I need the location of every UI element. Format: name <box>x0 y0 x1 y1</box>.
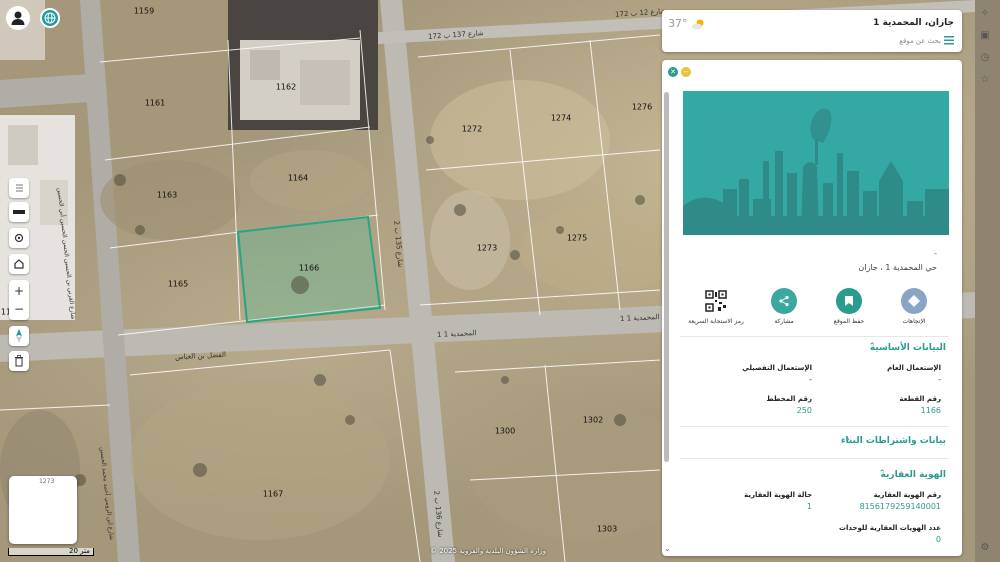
compass-button[interactable] <box>9 326 29 346</box>
parcel-label-1159[interactable]: 1159 <box>134 7 154 16</box>
building-section-title[interactable]: بيانات واشتراطات البناء <box>841 436 946 446</box>
parcel-label-1162[interactable]: 1162 <box>276 83 296 92</box>
parcel-label-1275[interactable]: 1275 <box>567 234 587 243</box>
share-icon <box>771 288 797 314</box>
parcel-label-1166[interactable]: 1166 <box>299 264 319 273</box>
directions-icon <box>901 288 927 314</box>
divider <box>680 426 948 427</box>
chevron-up-icon[interactable]: ⌃ <box>878 469 886 479</box>
search-location[interactable]: بحث عن موقع <box>899 36 954 45</box>
user-avatar-button[interactable] <box>6 6 30 30</box>
close-icon[interactable]: ✕ <box>668 67 678 77</box>
parcel-label-1164[interactable]: 1164 <box>288 174 308 183</box>
road-vertical-main <box>380 0 455 562</box>
settings-icon[interactable]: ⚙ <box>978 540 992 554</box>
parcel-label-1161[interactable]: 1161 <box>145 99 165 108</box>
re-units-value: 0 <box>935 535 941 544</box>
compass-icon <box>16 329 22 343</box>
basic-data-section-title[interactable]: البيانات الأساسية <box>870 343 946 353</box>
plot-number-label: رقم القطعة <box>899 395 941 403</box>
divider <box>680 336 948 337</box>
sun-cloud-icon <box>691 19 703 29</box>
language-button[interactable] <box>40 8 60 28</box>
real-estate-section-title[interactable]: الهوية العقارية <box>881 470 946 480</box>
re-id-label: رقم الهوية العقارية <box>873 491 941 499</box>
map-copyright: © 2025 وزارة الشؤون البلدية والقروية <box>430 547 546 555</box>
parcel-label-1273[interactable]: 1273 <box>477 244 497 253</box>
layers-list-button[interactable] <box>9 178 29 198</box>
minimize-icon[interactable]: − <box>681 67 691 77</box>
detailed-use-label: الإستعمال التفصيلي <box>742 364 812 372</box>
zoom-control: + − <box>9 280 29 320</box>
parcel-label-1163[interactable]: 1163 <box>157 191 177 200</box>
zoom-out-button[interactable]: − <box>14 303 24 315</box>
locate-button[interactable] <box>9 228 29 248</box>
divider <box>680 458 948 459</box>
re-status-value: 1 <box>806 502 812 511</box>
scroll-down-icon[interactable]: ⌄ <box>664 544 671 553</box>
parcel-label-1274[interactable]: 1274 <box>551 114 571 123</box>
hero-image <box>683 91 949 235</box>
save-icon[interactable]: ▣ <box>978 28 992 42</box>
plan-number-label: رقم المخطط <box>766 395 812 403</box>
location-header: 37° جازان، المحمدية 1 بحث عن موقع <box>662 10 962 52</box>
general-use-value: - <box>938 375 941 384</box>
history-icon[interactable]: ◷ <box>978 50 992 64</box>
qr-code-icon <box>703 288 729 314</box>
bookmark-icon <box>836 288 862 314</box>
share-button[interactable]: مشاركة <box>756 288 812 325</box>
skyline-illustration <box>683 108 949 235</box>
zoom-in-button[interactable]: + <box>14 285 24 297</box>
temperature: 37° <box>668 17 688 30</box>
chevron-right-icon[interactable]: › <box>846 435 850 445</box>
bar-icon <box>13 210 25 214</box>
search-placeholder: بحث عن موقع <box>899 36 941 45</box>
chevron-up-icon[interactable]: ⌃ <box>868 342 876 352</box>
scale-bar: 20 متر <box>8 548 94 556</box>
scale-label: 20 متر <box>69 547 90 555</box>
general-use-label: الإستعمال العام <box>887 364 941 372</box>
save-location-button[interactable]: حفظ الموقع <box>821 288 877 325</box>
minimap-label: 1273 <box>39 478 55 485</box>
re-status-label: حالة الهوية العقارية <box>744 491 812 499</box>
re-id-value: 8156179259140001 <box>859 502 941 511</box>
placeholder-dash: - <box>934 249 937 258</box>
home-icon <box>14 259 24 269</box>
location-subtitle: حي المحمدية 1 ، جازان <box>858 263 937 272</box>
plot-number-value: 1166 <box>920 406 941 415</box>
parcel-label-1276[interactable]: 1276 <box>632 103 652 112</box>
star-icon[interactable]: ☆ <box>978 72 992 86</box>
location-title: جازان، المحمدية 1 <box>873 18 954 28</box>
parcel-label-1167[interactable]: 1167 <box>263 490 283 499</box>
parcel-label-1165[interactable]: 1165 <box>168 280 188 289</box>
sparkle-icon[interactable]: ✧ <box>978 6 992 20</box>
home-button[interactable] <box>9 254 29 274</box>
directions-label: الإتجاهات <box>902 318 926 325</box>
overview-minimap[interactable]: 1273 <box>9 476 77 544</box>
weather-widget: 37° <box>668 17 707 30</box>
detailed-use-value: - <box>809 375 812 384</box>
scrollbar-thumb[interactable] <box>664 92 669 462</box>
save-location-label: حفظ الموقع <box>833 318 865 325</box>
user-icon <box>11 11 25 25</box>
qr-code-button[interactable]: رمز الاستجابة السريعة <box>688 288 744 325</box>
parcel-label-1303[interactable]: 1303 <box>597 525 617 534</box>
parcel-info-panel: ✕ − - حي المحمدية 1 ، جازان الإتجاهات حف… <box>662 60 962 556</box>
share-label: مشاركة <box>774 318 794 325</box>
parcel-label-1300[interactable]: 1300 <box>495 427 515 436</box>
qr-code-label: رمز الاستجابة السريعة <box>688 318 744 325</box>
list-icon <box>16 184 23 192</box>
trash-icon <box>15 355 23 367</box>
re-units-label: عدد الهويات العقارية للوحدات <box>838 524 941 532</box>
menu-icon <box>944 36 954 45</box>
directions-button[interactable]: الإتجاهات <box>886 288 942 325</box>
locate-icon <box>14 233 24 243</box>
globe-icon <box>44 12 56 24</box>
parcel-label-1272[interactable]: 1272 <box>462 125 482 134</box>
parcel-label-1302[interactable]: 1302 <box>583 416 603 425</box>
measure-button[interactable] <box>9 202 29 222</box>
delete-button[interactable] <box>9 351 29 371</box>
plan-number-value: 250 <box>796 406 812 415</box>
